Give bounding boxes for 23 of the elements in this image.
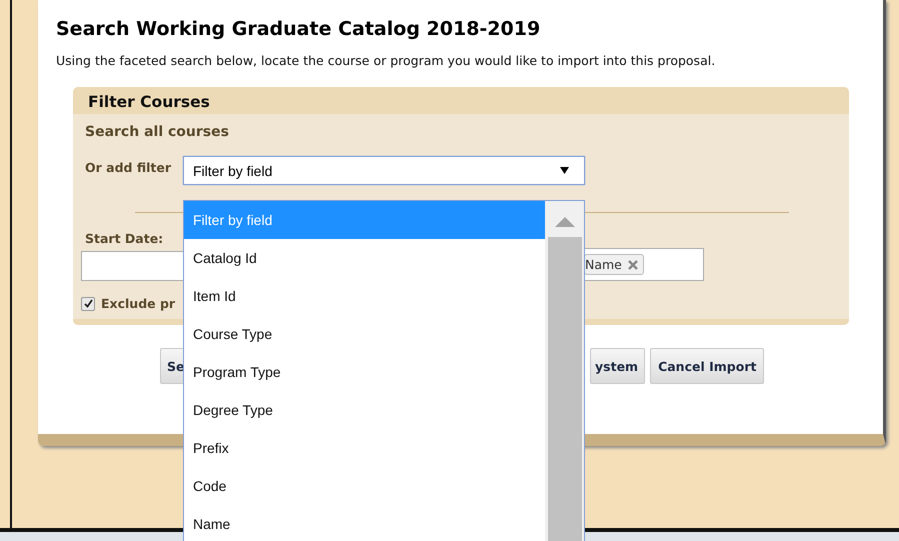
caret-icon <box>560 167 569 174</box>
dropdown-option[interactable]: Item Id <box>184 277 545 315</box>
panel-title: Filter Courses <box>88 93 210 111</box>
search-label: Search all courses <box>85 124 230 140</box>
start-date-label: Start Date: <box>85 231 164 246</box>
action-button[interactable]: Cancel Import <box>650 348 764 384</box>
filter-label: Or add filter <box>85 159 172 175</box>
action-button[interactable]: ystem <box>590 348 646 384</box>
dropdown-option[interactable]: Code <box>184 467 545 505</box>
dropdown-option[interactable]: Name <box>184 505 545 541</box>
filter-select[interactable]: Filter by field <box>183 156 585 185</box>
tag-label: Name <box>585 257 622 272</box>
exclude-checkbox[interactable] <box>81 296 95 310</box>
scrollbar[interactable] <box>545 201 584 541</box>
dropdown-option[interactable]: Prefix <box>184 429 545 467</box>
scroll-up-icon[interactable] <box>554 217 574 227</box>
scroll-thumb[interactable] <box>548 237 582 541</box>
remove-icon[interactable] <box>628 260 638 270</box>
exclude-label: Exclude pr <box>101 296 176 311</box>
dialog-title: Search Working Graduate Catalog 2018-2019 <box>56 18 542 40</box>
dropdown-option[interactable]: Catalog Id <box>184 239 545 277</box>
dialog-description: Using the faceted search below, locate the course or program you would like to import into this proposal. <box>56 53 716 68</box>
dropdown-option[interactable]: Degree Type <box>184 391 545 429</box>
